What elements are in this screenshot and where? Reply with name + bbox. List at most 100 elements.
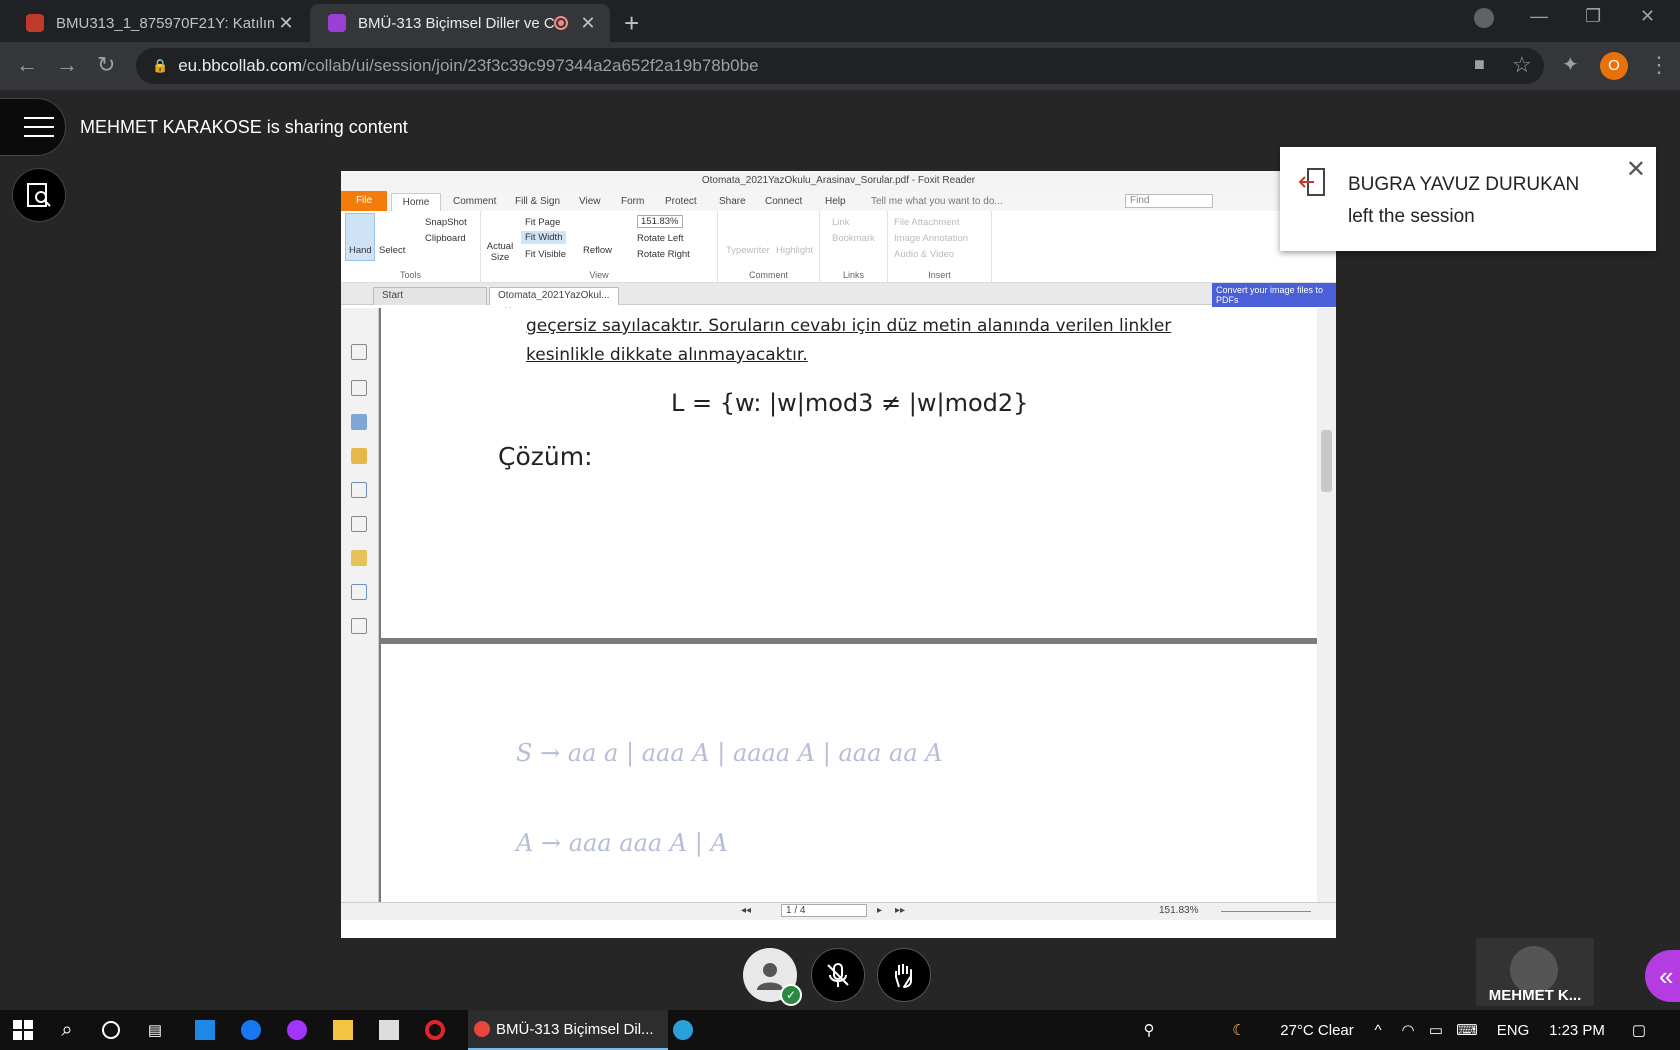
audio-video-button[interactable]: Audio & Video — [894, 249, 954, 260]
clock-time[interactable]: 1:23 PM — [1540, 1010, 1614, 1050]
reload-icon[interactable]: ↻ — [97, 52, 115, 78]
file-explorer-icon[interactable] — [330, 1010, 356, 1050]
back-icon[interactable]: ← — [16, 52, 38, 78]
clipboard-button[interactable]: Clipboard — [425, 233, 466, 244]
raise-hand-button[interactable] — [877, 948, 931, 1002]
status-zoom-value[interactable]: 151.83% — [1159, 905, 1198, 916]
select-tool-button[interactable]: Select — [379, 245, 405, 256]
window-close-icon[interactable]: ✕ — [1640, 6, 1655, 27]
weather-text[interactable]: 27°C Clear — [1262, 1010, 1372, 1050]
layers-icon[interactable] — [351, 414, 367, 430]
windows-start-icon[interactable] — [10, 1010, 36, 1050]
bookmark-star-icon[interactable]: ☆ — [1512, 52, 1532, 78]
address-bar[interactable]: 🔒 eu.bbcollab.com/collab/ui/session/join… — [136, 48, 1544, 84]
forward-icon[interactable]: → — [56, 52, 78, 78]
rotate-left-button[interactable]: Rotate Left — [637, 233, 683, 244]
task-view-icon[interactable]: ▤ — [142, 1010, 168, 1050]
mail-icon[interactable] — [192, 1010, 218, 1050]
extensions-icon[interactable]: ✦ — [1562, 52, 1579, 77]
participant-tile[interactable]: MEHMET K... — [1476, 938, 1594, 1006]
search-icon[interactable]: ⌕ — [54, 1010, 80, 1050]
page-number-input[interactable]: 1 / 4 — [781, 904, 867, 917]
actual-size-button[interactable]: Actual Size — [485, 241, 515, 263]
content-icon[interactable] — [351, 618, 367, 634]
highlight-button[interactable]: Highlight — [776, 245, 813, 256]
notification-close-icon[interactable]: ✕ — [1626, 155, 1646, 184]
show-hidden-icons-icon[interactable]: ^ — [1368, 1010, 1388, 1050]
foxit-find-input[interactable]: Find — [1125, 194, 1213, 208]
input-language[interactable]: ENG — [1492, 1010, 1534, 1050]
pages-icon[interactable] — [351, 344, 367, 360]
next-page-icon[interactable]: ▸ — [877, 905, 882, 916]
tab-close-icon[interactable]: ✕ — [274, 13, 298, 34]
zoom-slider[interactable] — [1221, 911, 1311, 912]
restore-icon[interactable]: ❐ — [1585, 6, 1601, 27]
security-lock-icon[interactable] — [351, 550, 367, 566]
tab-close-icon[interactable]: ✕ — [576, 13, 600, 34]
browser-tab-collab[interactable]: BMÜ-313 Biçimsel Diller ve C ✕ — [310, 4, 610, 42]
store-icon[interactable] — [376, 1010, 402, 1050]
messenger-icon[interactable] — [284, 1010, 310, 1050]
zoom-select[interactable]: 151.83% — [637, 215, 683, 228]
tools-icon[interactable] — [351, 584, 367, 600]
link-button[interactable]: Link — [832, 217, 849, 228]
reflow-button[interactable]: Reflow — [583, 245, 612, 256]
camera-icon[interactable]: ■ — [1474, 54, 1485, 75]
signature-icon[interactable] — [351, 516, 367, 532]
bookmark-button[interactable]: Bookmark — [832, 233, 875, 244]
rotate-right-button[interactable]: Rotate Right — [637, 249, 690, 260]
foxit-menu-file[interactable]: File — [341, 191, 387, 211]
fit-visible-button[interactable]: Fit Visible — [525, 249, 566, 260]
foxit-menu-view[interactable]: View — [579, 196, 601, 207]
collab-menu-button[interactable] — [0, 98, 66, 156]
more-menu-icon[interactable]: ⋮ — [1648, 52, 1670, 78]
fit-width-button[interactable]: Fit Width — [521, 231, 567, 244]
action-center-icon[interactable]: ▢ — [1624, 1010, 1654, 1050]
weather-moon-icon[interactable]: ☾ — [1226, 1010, 1252, 1050]
typewriter-button[interactable]: Typewriter — [726, 245, 770, 256]
opera-icon[interactable] — [422, 1010, 448, 1050]
profile-avatar[interactable]: O — [1600, 52, 1628, 80]
convert-banner[interactable]: Convert your image files to PDFs — [1212, 283, 1336, 307]
foxit-title-bar: Otomata_2021YazOkulu_Arasinav_Sorular.pd… — [341, 171, 1336, 191]
foxit-menu-share[interactable]: Share — [719, 196, 746, 207]
people-icon[interactable]: ⚲ — [1136, 1010, 1162, 1050]
scrollbar-thumb[interactable] — [1321, 430, 1332, 492]
ribbon-group-tools: Hand Select SnapShot Clipboard Tools — [341, 211, 481, 283]
foxit-menu-comment[interactable]: Comment — [453, 196, 496, 207]
comments-icon[interactable] — [351, 448, 367, 464]
new-tab-button[interactable]: + — [624, 8, 639, 39]
first-page-icon[interactable]: ◂◂ — [741, 905, 751, 916]
content-panel-button[interactable] — [12, 168, 66, 222]
taskbar-chrome-window[interactable]: BMÜ-313 Biçimsel Dil... — [468, 1010, 668, 1050]
doc-tab-start[interactable]: Start — [373, 287, 487, 305]
doc-tab-otomata[interactable]: Otomata_2021YazOkul... ✕ — [489, 287, 619, 317]
foxit-tell-me[interactable]: Tell me what you want to do... — [871, 196, 1003, 207]
network-icon[interactable]: ◠ — [1396, 1010, 1420, 1050]
snapshot-button[interactable]: SnapShot — [425, 217, 467, 228]
image-annotation-button[interactable]: Image Annotation — [894, 233, 968, 244]
keyboard-icon[interactable]: ⌨ — [1452, 1010, 1482, 1050]
open-collaborate-panel-button[interactable]: « — [1645, 950, 1680, 1002]
facebook-icon[interactable] — [238, 1010, 264, 1050]
foxit-vertical-scrollbar[interactable] — [1317, 308, 1336, 920]
foxit-menu-help[interactable]: Help — [825, 196, 846, 207]
foxit-menu-fill-sign[interactable]: Fill & Sign — [515, 196, 560, 207]
foxit-menu-home[interactable]: Home — [391, 193, 441, 211]
tab-search-icon[interactable] — [1474, 8, 1494, 28]
notification-toast: BUGRA YAVUZ DURUKAN left the session ✕ — [1280, 147, 1656, 251]
attachments-icon[interactable] — [351, 482, 367, 498]
battery-icon[interactable]: ▭ — [1424, 1010, 1448, 1050]
foxit-menu-form[interactable]: Form — [621, 196, 644, 207]
cortana-icon[interactable] — [98, 1010, 124, 1050]
last-page-icon[interactable]: ▸▸ — [895, 905, 905, 916]
edge-icon[interactable] — [670, 1010, 696, 1050]
thumbnails-icon[interactable] — [351, 380, 367, 396]
fit-page-button[interactable]: Fit Page — [525, 217, 560, 228]
foxit-menu-protect[interactable]: Protect — [665, 196, 697, 207]
foxit-menu-connect[interactable]: Connect — [765, 196, 802, 207]
browser-tab-katilimci[interactable]: BMU313_1_875970F21Y: Katılımcı ✕ — [8, 4, 308, 42]
microphone-toggle-button[interactable] — [811, 948, 865, 1002]
minimize-icon[interactable]: — — [1530, 6, 1548, 27]
file-attachment-button[interactable]: File Attachment — [894, 217, 959, 228]
